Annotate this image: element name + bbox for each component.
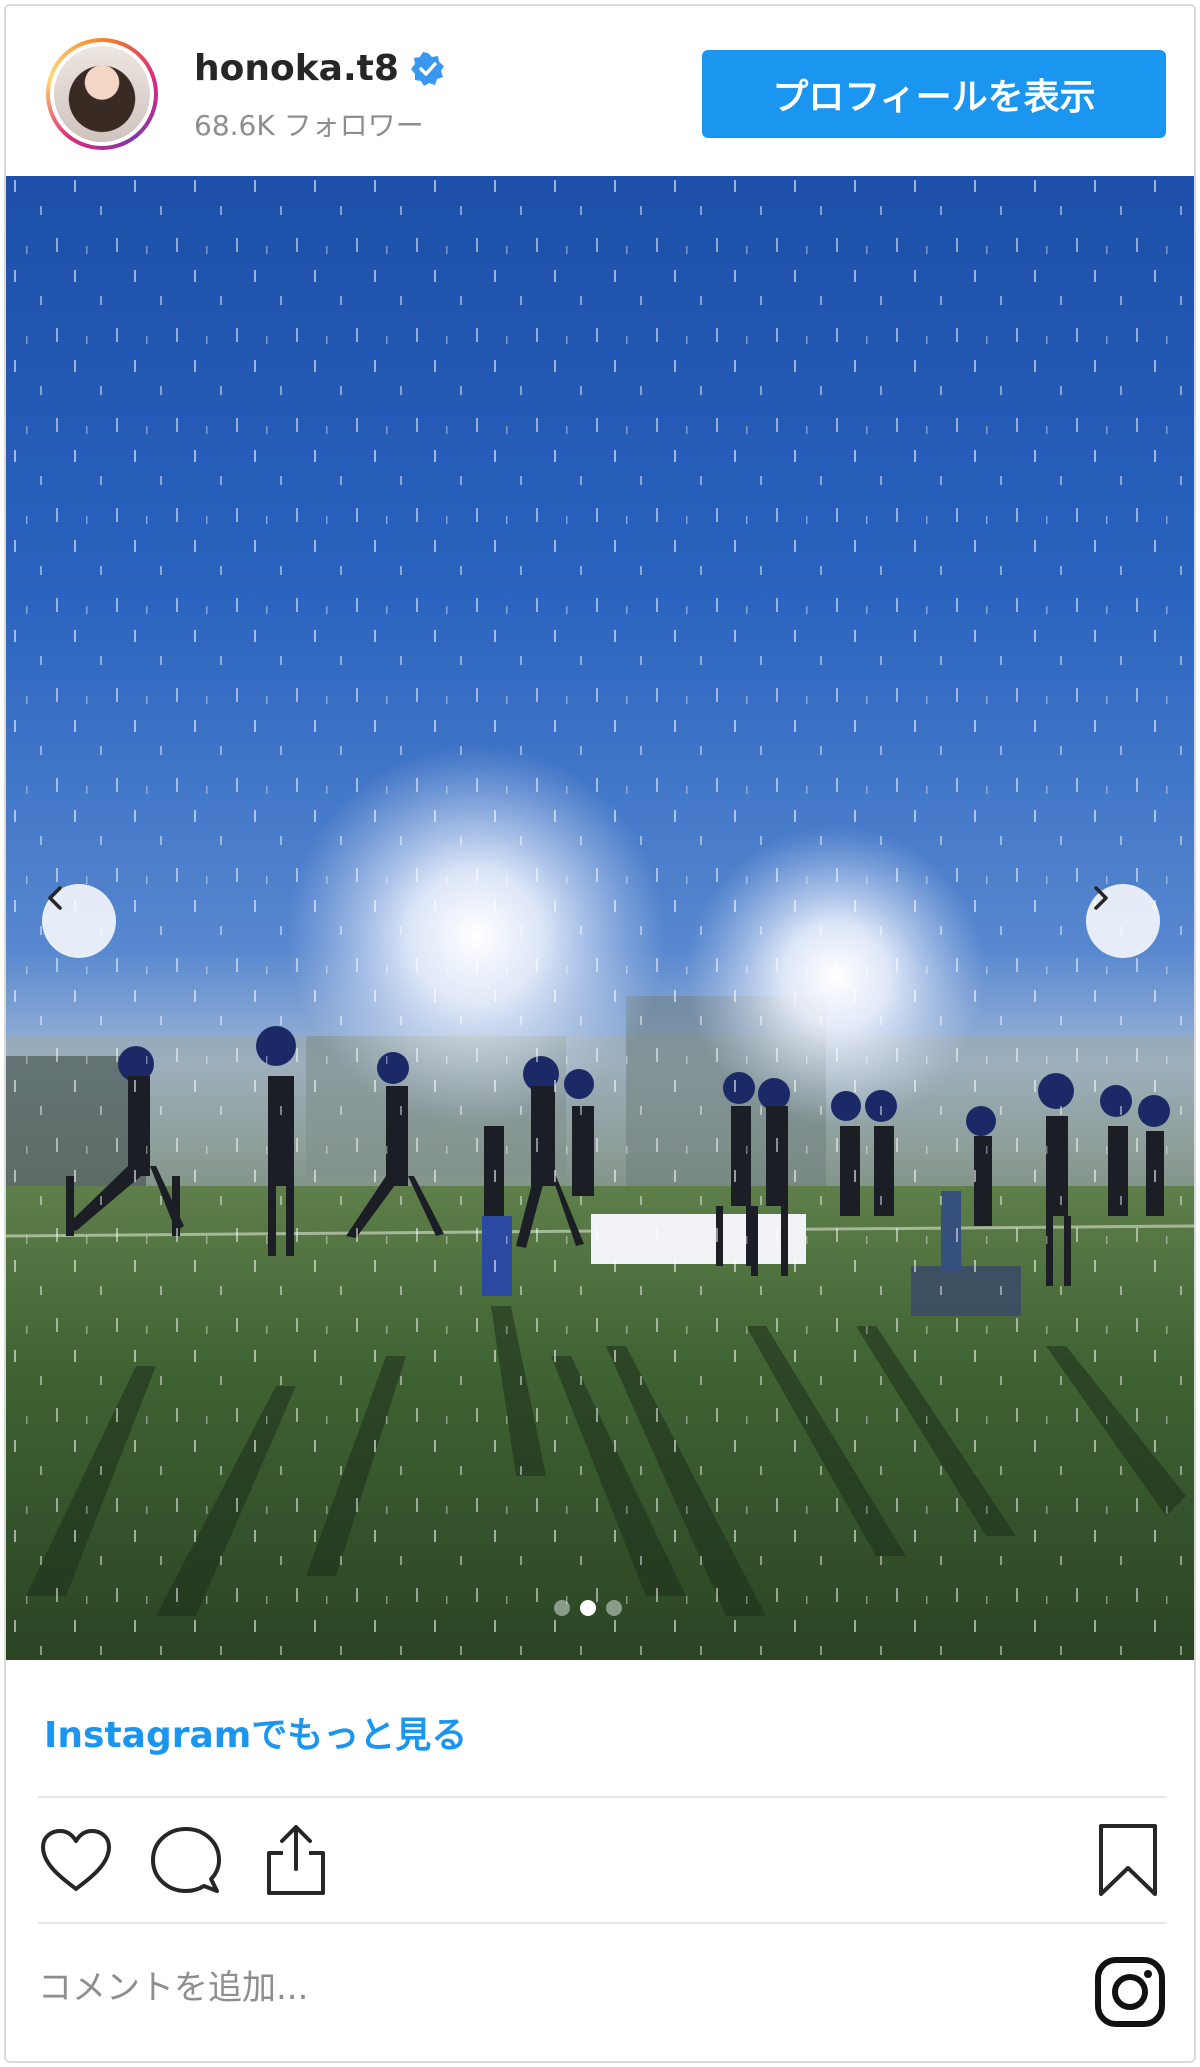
carousel-next-button[interactable] xyxy=(1086,884,1160,958)
chevron-right-icon xyxy=(1094,886,1108,910)
bookmark-icon xyxy=(1099,1824,1157,1896)
share-icon xyxy=(267,1825,325,1895)
divider xyxy=(38,1796,1166,1798)
carousel-dot-active[interactable] xyxy=(580,1600,596,1616)
rain-overlay xyxy=(6,176,1194,1660)
heart-icon xyxy=(41,1829,111,1891)
username[interactable]: honoka.t8 xyxy=(194,48,399,89)
post-header: honoka.t8 68.6K フォロワー プロフィールを表示 xyxy=(6,6,1194,174)
instagram-embed-card: honoka.t8 68.6K フォロワー プロフィールを表示 Instagra… xyxy=(4,4,1196,2063)
view-more-on-instagram-link[interactable]: Instagramでもっと見る xyxy=(44,1706,467,1758)
save-button[interactable] xyxy=(1088,1820,1168,1900)
avatar-border xyxy=(50,42,154,146)
carousel-indicator xyxy=(554,1600,622,1616)
action-bar xyxy=(6,1814,1194,1914)
username-row: honoka.t8 xyxy=(194,48,445,89)
carousel-dot[interactable] xyxy=(554,1600,570,1616)
like-button[interactable] xyxy=(36,1820,116,1900)
post-photo[interactable] xyxy=(6,176,1194,1660)
carousel-dot[interactable] xyxy=(606,1600,622,1616)
comment-input[interactable] xyxy=(38,1956,1058,2020)
photo-scene xyxy=(6,176,1194,1660)
avatar[interactable] xyxy=(46,38,158,150)
share-button[interactable] xyxy=(256,1820,336,1900)
view-profile-button[interactable]: プロフィールを表示 xyxy=(702,50,1166,138)
verified-badge-icon xyxy=(410,51,445,86)
carousel-prev-button[interactable] xyxy=(42,884,116,958)
comment-bubble-icon xyxy=(151,1827,221,1893)
comment-button[interactable] xyxy=(146,1820,226,1900)
follower-count: 68.6K フォロワー xyxy=(194,109,424,142)
avatar-image xyxy=(54,46,150,142)
instagram-icon[interactable] xyxy=(1094,1956,1166,2028)
chevron-left-icon xyxy=(48,886,62,910)
divider xyxy=(38,1922,1166,1924)
